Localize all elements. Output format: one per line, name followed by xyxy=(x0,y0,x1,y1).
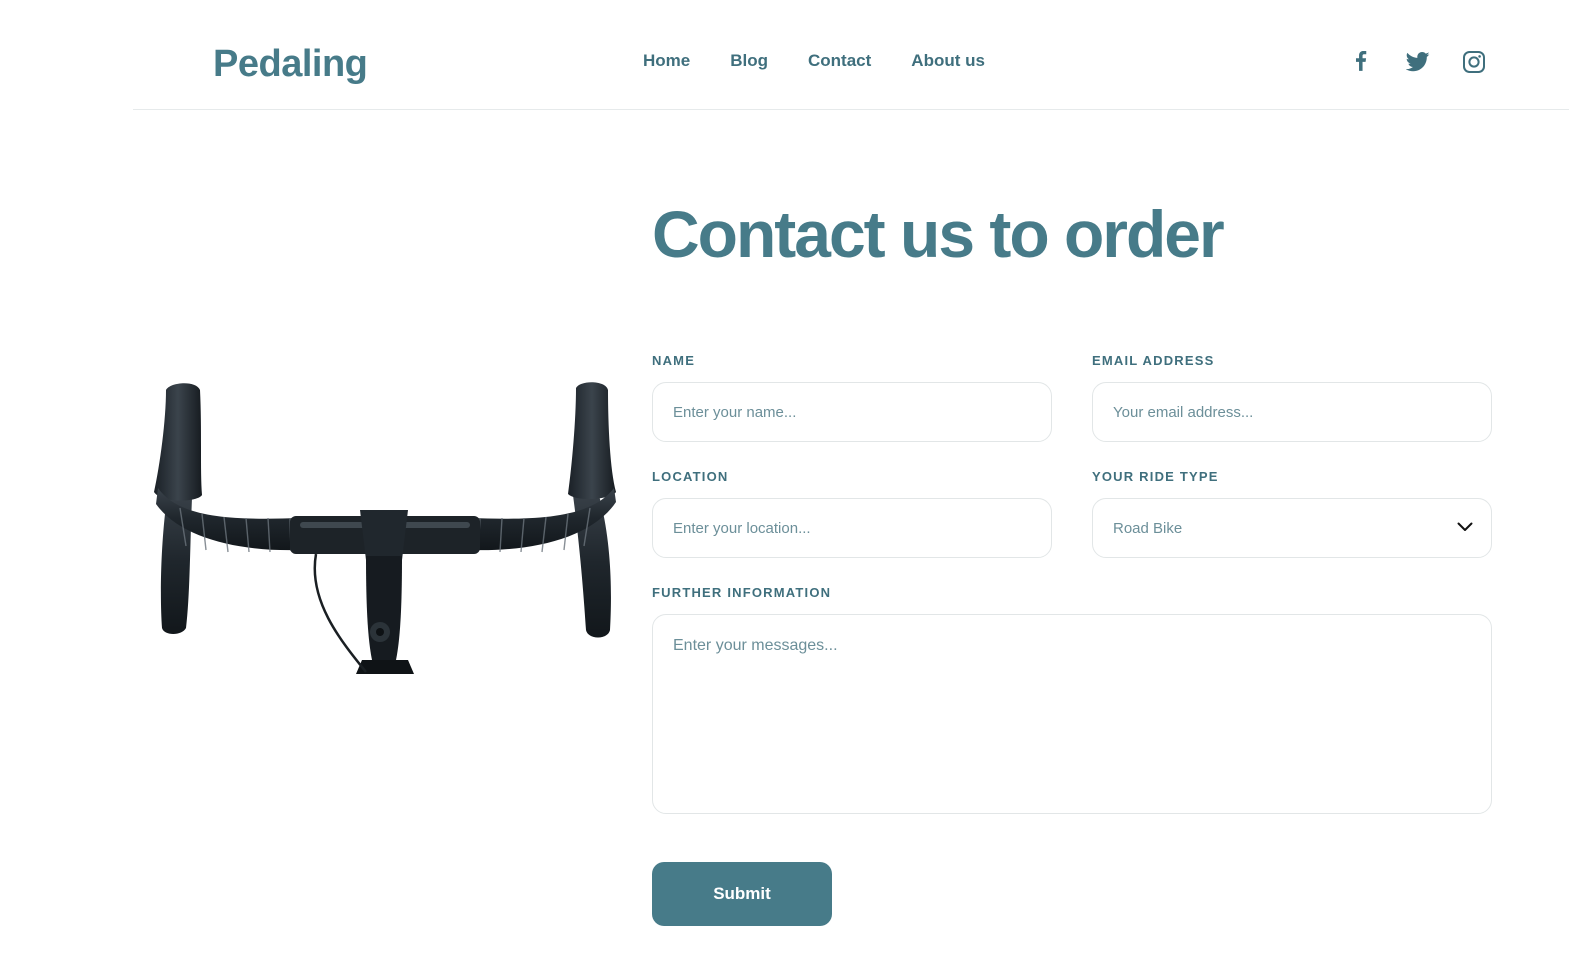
ride-type-select[interactable]: Road Bike xyxy=(1092,498,1492,558)
nav-blog[interactable]: Blog xyxy=(730,50,768,72)
instagram-icon[interactable] xyxy=(1460,48,1488,76)
social-links xyxy=(1348,48,1488,76)
location-input[interactable] xyxy=(653,499,1051,557)
main-nav: Home Blog Contact About us xyxy=(643,50,985,72)
location-field xyxy=(652,498,1052,558)
email-field xyxy=(1092,382,1492,442)
location-label: LOCATION xyxy=(652,469,729,484)
name-field xyxy=(652,382,1052,442)
ride-type-label: YOUR RIDE TYPE xyxy=(1092,469,1219,484)
further-info-label: FURTHER INFORMATION xyxy=(652,585,832,600)
page-title: Contact us to order xyxy=(652,197,1225,271)
nav-contact[interactable]: Contact xyxy=(808,50,871,72)
message-field xyxy=(652,614,1492,814)
name-input[interactable] xyxy=(653,383,1051,441)
email-label: EMAIL ADDRESS xyxy=(1092,353,1215,368)
chevron-down-icon xyxy=(1457,519,1473,537)
logo[interactable]: Pedaling xyxy=(213,40,368,88)
ride-type-value: Road Bike xyxy=(1113,519,1183,537)
name-label: NAME xyxy=(652,353,696,368)
site-header: Pedaling Home Blog Contact About us xyxy=(0,0,1569,110)
bike-handlebar-image xyxy=(140,370,630,680)
nav-about-us[interactable]: About us xyxy=(911,50,985,72)
facebook-icon[interactable] xyxy=(1348,48,1376,76)
nav-home[interactable]: Home xyxy=(643,50,690,72)
header-divider xyxy=(133,109,1569,110)
submit-button[interactable]: Submit xyxy=(652,862,832,926)
email-input[interactable] xyxy=(1093,383,1491,441)
twitter-icon[interactable] xyxy=(1404,48,1432,76)
message-textarea[interactable] xyxy=(653,615,1491,813)
